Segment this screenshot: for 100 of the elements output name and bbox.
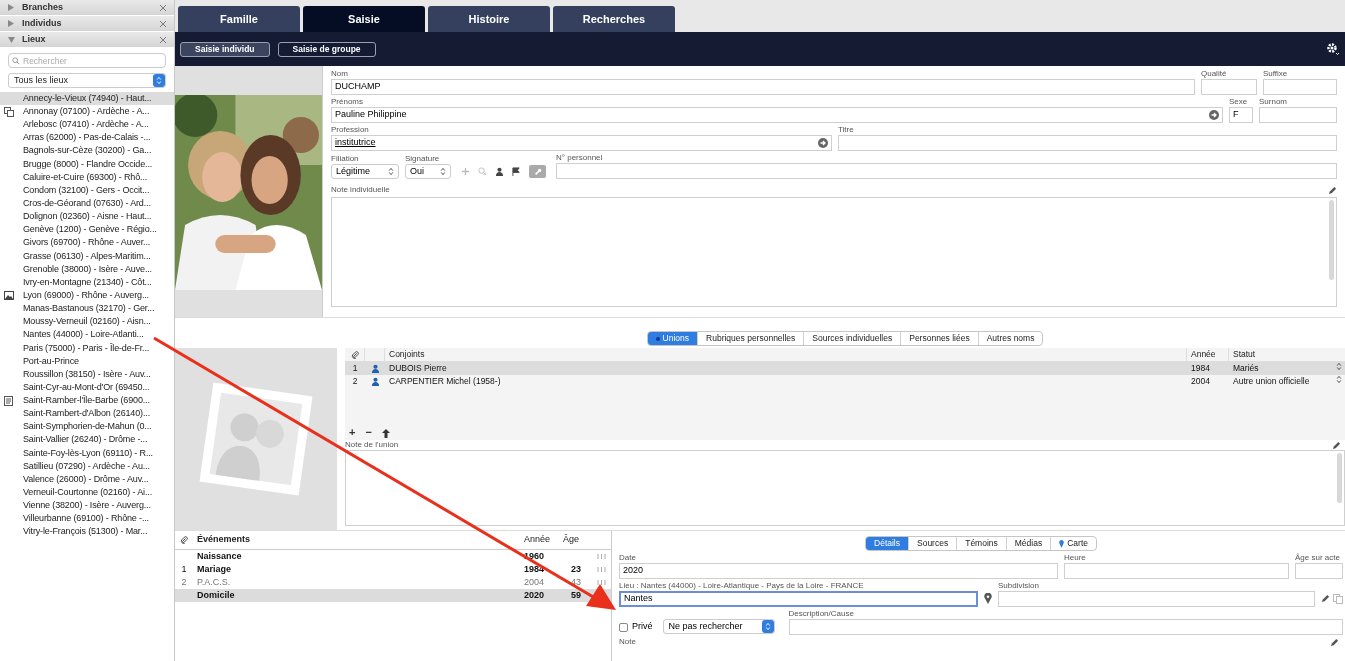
signature-select[interactable]: Oui: [405, 164, 451, 179]
place-item[interactable]: Sainte-Foy-lès-Lyon (69110) - R...: [0, 446, 174, 460]
segment-tab[interactable]: Rubriques personnelles: [697, 332, 804, 345]
search-field[interactable]: Rechercher: [8, 53, 166, 68]
event-row[interactable]: Domicile 2020 59: [175, 589, 611, 602]
row-button[interactable]: +: [349, 427, 356, 438]
place-item[interactable]: Verneuil-Courtonne (02160) - Ai...: [0, 486, 174, 500]
input-field[interactable]: Nantes: [619, 591, 978, 607]
place-item[interactable]: Saint-Vallier (26240) - Drôme -...: [0, 433, 174, 447]
union-row[interactable]: 2 CARPENTIER Michel (1958-) 2004 Autre union officielle: [345, 375, 1345, 388]
place-item[interactable]: Manas-Bastanous (32170) - Ger...: [0, 302, 174, 316]
flag-icon[interactable]: [512, 167, 521, 176]
place-item[interactable]: Saint-Cyr-au-Mont-d'Or (69450...: [0, 381, 174, 395]
main-tab[interactable]: Recherches: [553, 6, 675, 32]
map-pin-icon[interactable]: [984, 593, 992, 604]
segment-tab[interactable]: Sources: [908, 537, 957, 550]
place-item[interactable]: Brugge (8000) - Flandre Occide...: [0, 157, 174, 171]
input-field[interactable]: Pauline Philippine: [331, 107, 1223, 123]
place-item[interactable]: Nantes (44000) - Loire-Atlanti...: [0, 328, 174, 342]
arrow-circle-icon[interactable]: [1209, 110, 1219, 120]
place-item[interactable]: Saint-Rambert-d'Albon (26140)...: [0, 407, 174, 421]
close-icon[interactable]: [160, 4, 166, 11]
arrow-up-icon[interactable]: [381, 429, 390, 438]
segment-tab[interactable]: Médias: [1005, 537, 1051, 550]
input-field[interactable]: [1295, 563, 1343, 579]
arrow-circle-icon[interactable]: [818, 138, 828, 148]
input-field[interactable]: institutrice: [331, 135, 832, 151]
place-item[interactable]: Arras (62000) - Pas-de-Calais -...: [0, 131, 174, 145]
input-field[interactable]: [1201, 79, 1257, 95]
place-item[interactable]: Caluire-et-Cuire (69300) - Rhô...: [0, 170, 174, 184]
expand-triangle-icon[interactable]: [8, 4, 14, 11]
place-item[interactable]: Grenoble (38000) - Isère - Auve...: [0, 262, 174, 276]
section-header[interactable]: Individus: [0, 16, 174, 31]
segment-tab[interactable]: Témoins: [956, 537, 1006, 550]
segment-tab[interactable]: Unions: [647, 332, 698, 345]
input-field[interactable]: [1259, 107, 1337, 123]
place-item[interactable]: Port-au-Prince: [0, 354, 174, 368]
column-header[interactable]: Événements: [193, 533, 514, 547]
place-item[interactable]: Grasse (06130) - Alpes-Maritim...: [0, 249, 174, 263]
input-field[interactable]: [1064, 563, 1289, 579]
section-header[interactable]: Branches: [0, 0, 174, 15]
input-field[interactable]: DUCHAMP: [331, 79, 1195, 95]
place-item[interactable]: Condom (32100) - Gers - Occit...: [0, 184, 174, 198]
place-item[interactable]: Dolignon (02360) - Aisne - Haut...: [0, 210, 174, 224]
column-header[interactable]: Statut: [1229, 348, 1345, 361]
place-item[interactable]: Arlebosc (07410) - Ardèche - A...: [0, 118, 174, 132]
close-icon[interactable]: [160, 36, 166, 43]
column-header[interactable]: Conjoints: [385, 348, 1187, 361]
place-item[interactable]: Moussy-Verneuil (02160) - Aisn...: [0, 315, 174, 329]
grip-icon[interactable]: [597, 567, 606, 572]
union-row[interactable]: 1 DUBOIS Pierre 1984 Mariés: [345, 362, 1345, 375]
place-item[interactable]: Genève (1200) - Genève - Régio...: [0, 223, 174, 237]
search-mode-select[interactable]: Ne pas rechercher: [662, 619, 775, 634]
place-item[interactable]: Cros-de-Géorand (07630) - Ard...: [0, 197, 174, 211]
place-item[interactable]: Roussillon (38150) - Isère - Auv...: [0, 367, 174, 382]
mode-button[interactable]: Saisie de groupe: [277, 41, 376, 57]
mode-button[interactable]: Saisie individu: [180, 41, 270, 57]
settings-icon[interactable]: [1326, 42, 1340, 56]
place-item[interactable]: Lyon (69000) - Rhône - Auverg...: [0, 289, 174, 303]
collapse-triangle-icon[interactable]: [8, 36, 15, 43]
place-item[interactable]: Annonay (07100) - Ardèche - A...: [0, 105, 174, 119]
place-item[interactable]: Vitry-le-François (51300) - Mar...: [0, 525, 174, 539]
segment-tab[interactable]: Carte: [1050, 537, 1096, 550]
column-header[interactable]: Année: [1187, 348, 1229, 361]
pencil-icon[interactable]: [1321, 594, 1330, 603]
section-header[interactable]: Lieux: [0, 32, 174, 47]
column-header[interactable]: Âge: [559, 533, 592, 547]
main-tab[interactable]: Saisie: [303, 6, 425, 32]
segment-tab[interactable]: Autres noms: [977, 332, 1043, 345]
place-item[interactable]: Paris (75000) - Paris - Île-de-Fr...: [0, 341, 174, 355]
segment-tab[interactable]: Sources individuelles: [803, 332, 901, 345]
input-field[interactable]: F: [1229, 107, 1253, 123]
pencil-icon[interactable]: [1330, 638, 1339, 647]
wrench-button[interactable]: [529, 165, 546, 178]
place-item[interactable]: Saint-Symphorien-de-Mahun (0...: [0, 420, 174, 434]
input-field[interactable]: [1263, 79, 1337, 95]
grip-icon[interactable]: [597, 554, 606, 559]
close-icon[interactable]: [160, 20, 166, 27]
expand-triangle-icon[interactable]: [8, 20, 14, 27]
private-checkbox[interactable]: Privé: [619, 619, 653, 635]
place-item[interactable]: Givors (69700) - Rhône - Auver...: [0, 236, 174, 250]
input-field[interactable]: 2020: [619, 563, 1058, 579]
pencil-icon[interactable]: [1328, 186, 1337, 195]
place-item[interactable]: Annecy-le-Vieux (74940) - Haut...: [0, 92, 174, 106]
place-item[interactable]: Valence (26000) - Drôme - Auv...: [0, 473, 174, 487]
place-item[interactable]: Bagnols-sur-Cèze (30200) - Ga...: [0, 144, 174, 158]
place-item[interactable]: Saint-Ramber-l'Île-Barbe (6900...: [0, 394, 174, 408]
segment-tab[interactable]: Personnes liées: [900, 332, 978, 345]
segment-tab[interactable]: Détails: [866, 537, 908, 550]
input-field[interactable]: [998, 591, 1315, 607]
place-item[interactable]: Villeurbanne (69100) - Rhône -...: [0, 512, 174, 526]
unlink-icon[interactable]: [478, 167, 487, 176]
main-tab[interactable]: Famille: [178, 6, 300, 32]
input-field[interactable]: [556, 163, 1337, 179]
place-filter-select[interactable]: Tous les lieux: [8, 73, 166, 88]
filiation-select[interactable]: Légitime: [331, 164, 399, 179]
input-field[interactable]: [838, 135, 1337, 151]
main-tab[interactable]: Histoire: [428, 6, 550, 32]
column-header[interactable]: Année: [514, 533, 559, 547]
place-item[interactable]: Satillieu (07290) - Ardèche - Au...: [0, 459, 174, 474]
